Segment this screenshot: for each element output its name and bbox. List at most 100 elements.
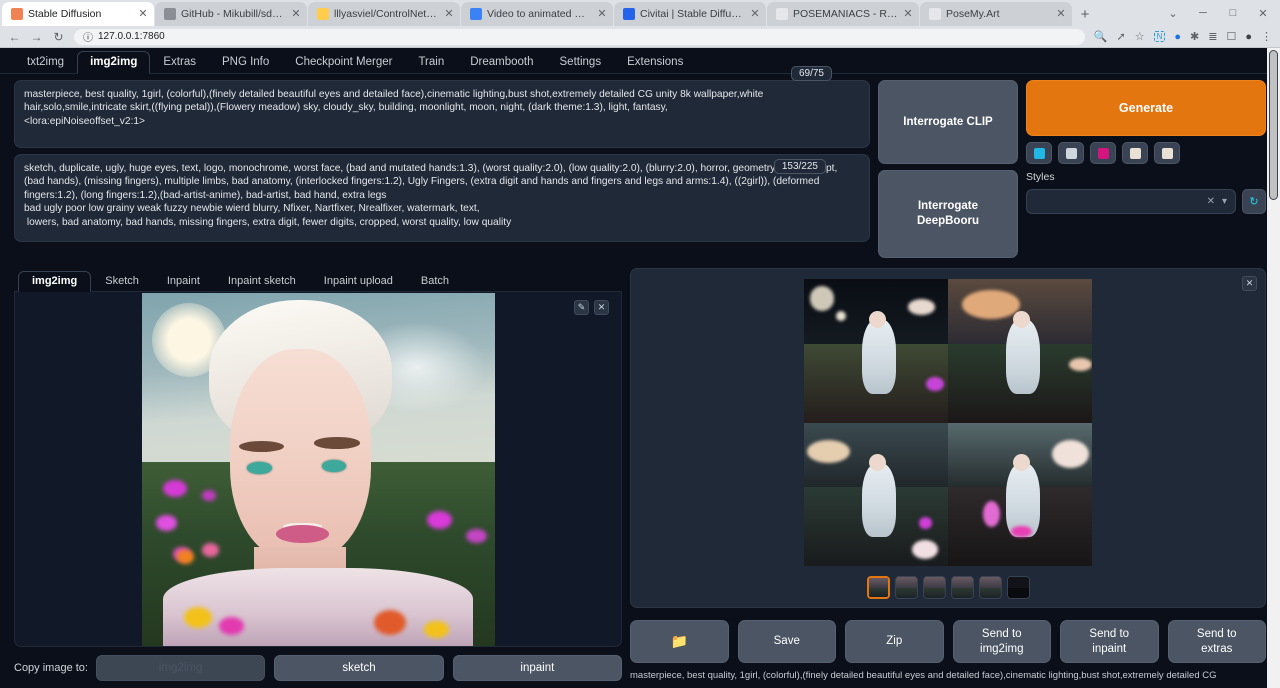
thumbnail-top xyxy=(980,577,1001,588)
main-tab-dreambooth[interactable]: Dreambooth xyxy=(457,51,546,74)
browser-tab-close-icon[interactable]: ✕ xyxy=(291,9,301,20)
portrait-flower xyxy=(427,511,452,529)
edit-pencil-icon[interactable]: ✎ xyxy=(574,300,589,315)
address-bar[interactable]: ⓘ 127.0.0.1:7860 xyxy=(74,29,1085,45)
sub-tab-img2img[interactable]: img2img xyxy=(18,271,91,292)
sub-tab-inpaint-sketch[interactable]: Inpaint sketch xyxy=(214,271,310,292)
sub-tab-sketch[interactable]: Sketch xyxy=(91,271,153,292)
browser-tab-close-icon[interactable]: ✕ xyxy=(1056,9,1066,20)
positive-prompt-input[interactable]: masterpiece, best quality, 1girl, (color… xyxy=(14,80,870,148)
window-close-icon[interactable]: ✕ xyxy=(1248,7,1278,20)
gallery-thumbnail-5[interactable] xyxy=(1007,576,1030,599)
extension-blue-icon[interactable]: ● xyxy=(1174,31,1181,43)
source-image-preview[interactable] xyxy=(142,293,495,646)
window-maximize-icon[interactable]: □ xyxy=(1218,7,1248,19)
main-tab-txt2img[interactable]: txt2img xyxy=(14,51,77,74)
forward-icon[interactable]: → xyxy=(30,30,43,44)
civitai-icon xyxy=(623,8,635,20)
main-tab-checkpoint-merger[interactable]: Checkpoint Merger xyxy=(282,51,405,74)
main-tab-extensions[interactable]: Extensions xyxy=(614,51,696,74)
save-style-icon[interactable] xyxy=(1154,142,1180,164)
browser-tab-2[interactable]: lllyasviel/ControlNet at main✕ xyxy=(308,2,460,26)
main-tab-extras[interactable]: Extras xyxy=(150,51,209,74)
browser-tab-6[interactable]: PoseMy.Art✕ xyxy=(920,2,1072,26)
styles-dropdown[interactable]: ✕ ▾ xyxy=(1026,189,1236,214)
browser-tab-5[interactable]: POSEMANIACS - Royalty free 3✕ xyxy=(767,2,919,26)
browser-tab-1[interactable]: GitHub - Mikubill/sd-webui-con✕ xyxy=(155,2,307,26)
side-panel-icon[interactable]: ☐ xyxy=(1226,30,1236,43)
browser-tab-close-icon[interactable]: ✕ xyxy=(597,9,607,20)
chevron-down-icon[interactable]: ▾ xyxy=(1222,196,1227,207)
open-folder-button[interactable]: 📁 xyxy=(630,620,729,663)
browser-tab-3[interactable]: Video to animated GIF converter✕ xyxy=(461,2,613,26)
browser-tab-close-icon[interactable]: ✕ xyxy=(138,9,148,20)
styles-clear-icon[interactable]: ✕ xyxy=(1207,196,1215,207)
quadrant-head xyxy=(869,311,886,328)
browser-tab-close-icon[interactable]: ✕ xyxy=(750,9,760,20)
gallery-thumbnail-3[interactable] xyxy=(951,576,974,599)
negative-prompt-input[interactable]: sketch, duplicate, ugly, huge eyes, text… xyxy=(14,154,870,242)
browser-tab-close-icon[interactable]: ✕ xyxy=(903,9,913,20)
window-minimize-icon[interactable]: ─ xyxy=(1188,7,1218,19)
bookmark-star-icon[interactable]: ☆ xyxy=(1135,30,1145,43)
copy-image-to-sketch[interactable]: sketch xyxy=(274,655,443,681)
gallery-thumbnail-0[interactable] xyxy=(867,576,890,599)
prompt-row: 69/75 153/225 masterpiece, best quality,… xyxy=(14,80,1266,258)
browser-tab-4[interactable]: Civitai | Stable Diffusion models✕ xyxy=(614,2,766,26)
profile-avatar-icon[interactable]: ● xyxy=(1245,31,1252,43)
source-image-stage[interactable]: ✎ ✕ xyxy=(14,292,622,647)
paste-clipboard-icon[interactable] xyxy=(1122,142,1148,164)
back-icon[interactable]: ← xyxy=(8,30,21,44)
notion-extension-icon[interactable]: N xyxy=(1154,31,1166,42)
styles-label: Styles xyxy=(1026,171,1266,183)
main-tab-png-info[interactable]: PNG Info xyxy=(209,51,282,74)
window-controls: ⌄ ─ □ ✕ xyxy=(1158,0,1280,26)
copy-image-to-img2img: img2img xyxy=(96,655,265,681)
main-tab-train[interactable]: Train xyxy=(405,51,457,74)
interrogate-deepbooru-button[interactable]: Interrogate DeepBooru xyxy=(878,170,1018,258)
gallery-main-image[interactable] xyxy=(804,279,1092,566)
save-button[interactable]: Save xyxy=(738,620,837,663)
quadrant-cloud xyxy=(962,290,1020,319)
sub-tab-inpaint[interactable]: Inpaint xyxy=(153,271,214,292)
interrogate-clip-button[interactable]: Interrogate CLIP xyxy=(878,80,1018,164)
gallery-thumbnail-1[interactable] xyxy=(895,576,918,599)
thumbnail-top xyxy=(896,577,917,588)
sub-tab-inpaint-upload[interactable]: Inpaint upload xyxy=(310,271,407,292)
portrait-eyebrow xyxy=(314,437,360,448)
thumbnail-top xyxy=(924,577,945,588)
negative-token-counter: 153/225 xyxy=(774,159,826,174)
window-more-icon[interactable]: ⌄ xyxy=(1158,7,1188,20)
main-tab-img2img[interactable]: img2img xyxy=(77,51,150,74)
browser-tab-close-icon[interactable]: ✕ xyxy=(444,9,454,20)
send-to-inpaint-button[interactable]: Send to inpaint xyxy=(1060,620,1159,663)
reading-list-icon[interactable]: ≣ xyxy=(1208,30,1217,43)
site-info-icon[interactable]: ⓘ xyxy=(83,29,93,44)
prompt-column: 69/75 153/225 masterpiece, best quality,… xyxy=(14,80,870,258)
apply-style-paint-icon-glyph xyxy=(1098,148,1109,159)
page-scrollbar[interactable] xyxy=(1267,48,1280,688)
refresh-styles-button[interactable]: ↻ xyxy=(1242,189,1266,214)
zip-button[interactable]: Zip xyxy=(845,620,944,663)
main-tab-settings[interactable]: Settings xyxy=(547,51,615,74)
scrollbar-thumb[interactable] xyxy=(1269,50,1278,200)
clear-prompt-trash-icon[interactable] xyxy=(1058,142,1084,164)
browser-tab-0[interactable]: Stable Diffusion✕ xyxy=(2,2,154,26)
search-icon[interactable]: 🔍 xyxy=(1094,30,1108,43)
sub-tab-batch[interactable]: Batch xyxy=(407,271,463,292)
remove-image-close-icon[interactable]: ✕ xyxy=(594,300,609,315)
copy-image-to-inpaint[interactable]: inpaint xyxy=(453,655,622,681)
apply-style-paint-icon[interactable] xyxy=(1090,142,1116,164)
new-tab-button[interactable]: + xyxy=(1072,2,1098,26)
generate-button[interactable]: Generate xyxy=(1026,80,1266,136)
extensions-puzzle-icon[interactable]: ✱ xyxy=(1190,30,1199,43)
gallery-thumbnail-4[interactable] xyxy=(979,576,1002,599)
gallery-thumbnail-2[interactable] xyxy=(923,576,946,599)
send-to-img2img-button[interactable]: Send to img2img xyxy=(953,620,1052,663)
gallery-close-icon[interactable]: ✕ xyxy=(1242,276,1257,291)
chrome-menu-icon[interactable]: ⋮ xyxy=(1261,30,1272,43)
reload-icon[interactable]: ↻ xyxy=(52,30,65,44)
send-to-extras-button[interactable]: Send to extras xyxy=(1168,620,1267,663)
restore-progress-icon[interactable] xyxy=(1026,142,1052,164)
share-icon[interactable]: ➚ xyxy=(1117,30,1126,43)
